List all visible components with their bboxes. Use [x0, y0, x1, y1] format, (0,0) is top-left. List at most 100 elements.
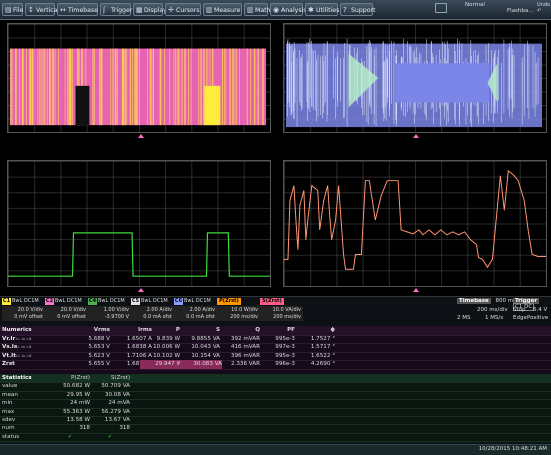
numerics-cell: 2.336 VAR	[231, 361, 260, 367]
numerics-row-label: Vt.It	[2, 352, 16, 359]
menu-display-button[interactable]: ▦ Display	[133, 3, 167, 16]
statistics-cell: 318	[119, 425, 130, 432]
flashback-label[interactable]: Flashba...	[507, 8, 534, 14]
channel-coupling: BwL DC1M	[12, 298, 39, 304]
numerics-cell: 5.623 V	[88, 352, 110, 359]
utilities-icon: ✱	[308, 6, 314, 14]
menu-math-button[interactable]: ▥ Math	[244, 3, 271, 16]
menu-item-label: Support	[351, 7, 376, 14]
menu-item-label: Trigger	[111, 7, 133, 14]
statistics-cell: 55.363 W	[63, 408, 90, 415]
statistics-cell: 13.58 W	[66, 417, 90, 423]
channel-descriptor-c2[interactable]: C2 BwL DC1M 20.0 V/div 0 mV offset	[45, 298, 88, 324]
channel-coupling: BwL DC1M	[98, 298, 125, 304]
menu-support-button[interactable]: ? Support	[340, 3, 376, 16]
statistics-table[interactable]: Statistics P(Zrst) S(Zrst) value 50.682 W…	[0, 374, 551, 444]
col-header: P	[175, 327, 180, 333]
channel-coupling: BwL DC1M	[55, 298, 82, 304]
statistics-cell: 24 mVA	[108, 400, 130, 407]
grid-bottom-left[interactable]	[7, 160, 271, 287]
numerics-title: Numerics	[2, 327, 32, 333]
display-icon: ▦	[136, 6, 143, 14]
channel-settings: 10.0 VA/div 200 ms/div	[260, 306, 303, 321]
stat-col-header: P(Zrst)	[71, 375, 90, 381]
menu-vertical-button[interactable]: ↕ Vertical	[25, 3, 59, 16]
menu-item-label: Cursors	[176, 7, 200, 14]
trigger-marker	[413, 288, 419, 292]
channel-descriptor-c5[interactable]: C5 BwL DC1M 2.00 A/div 0.0 mA ofst	[131, 298, 174, 324]
numerics-cell: 416 mVAR	[230, 344, 260, 350]
menu-item-label: Vertical	[36, 7, 60, 14]
menu-cursors-button[interactable]: ✛ Cursors	[165, 3, 201, 16]
acquisition-mode[interactable]: Normal	[465, 2, 485, 8]
numerics-cell: 9.839 W	[156, 335, 180, 342]
numerics-cell: 5.655 V	[88, 361, 110, 367]
grid-bottom-right[interactable]	[283, 160, 547, 287]
timebase-samples: 2 MS	[457, 315, 471, 321]
channel-descriptor-szrst[interactable]: S(Zrst) 10.0 VA/div 200 ms/div	[260, 298, 303, 324]
statistics-cell: 50.709 VA	[101, 383, 130, 390]
cursors-icon: ✛	[168, 6, 174, 14]
support-icon: ?	[343, 6, 347, 14]
numerics-cell: 995e-3	[275, 352, 295, 359]
numerics-table[interactable]: Numerics Vrms Irms P S Q PF ϕ Vr.Ir LL to…	[0, 326, 551, 374]
channel-descriptor-pzrst[interactable]: P(Zrst) 10.0 W/div 200 ms/div	[217, 298, 260, 324]
statistics-row-label: mean	[2, 391, 18, 398]
logo-icon	[435, 3, 447, 13]
grid-top-right[interactable]	[283, 23, 547, 133]
menu-measure-button[interactable]: ▥ Measure	[203, 3, 242, 16]
statistics-cell: ✓	[67, 433, 73, 440]
numerics-row-label: Zrst	[2, 361, 15, 367]
statistics-row-label: max	[2, 408, 15, 415]
menu-item-label: Utilities	[316, 7, 340, 14]
channel-tag: C6	[174, 298, 183, 305]
channel-offset: 200 ms/div	[230, 313, 258, 320]
undo-icon[interactable]: Undo ↶	[537, 2, 550, 14]
channel-header: C2 BwL DC1M	[45, 298, 88, 305]
menu-file-button[interactable]: ▤ File	[2, 3, 23, 16]
timebase-trigger-box[interactable]: Timebase 800 ms 200 ms/div 2 MS 1 MS/s T…	[457, 298, 549, 325]
channel-coupling: BwL DC1M	[141, 298, 168, 304]
brand-area: Normal Flashba... Undo ↶	[435, 1, 550, 18]
channel-offset: 0 mV offset	[14, 313, 43, 320]
col-header: S	[215, 327, 220, 333]
menu-item-label: File	[13, 7, 24, 14]
menu-item-label: Display	[144, 7, 167, 14]
channel-header: P(Zrst)	[217, 298, 260, 305]
numerics-cell: 30.083 VA	[180, 360, 222, 369]
timebase-scale: 200 ms/div	[477, 307, 508, 313]
timebase-rate: 1 MS/s	[485, 315, 504, 321]
channel-descriptor-c6[interactable]: C6 BwL DC1M 2.00 A/div 0.0 mA ofst	[174, 298, 217, 324]
numerics-cell: 1.5717 °	[310, 344, 335, 350]
numerics-row-sublabel: LL to LN	[16, 344, 32, 349]
col-header: Vrms	[93, 327, 110, 333]
numerics-row-label: Vr.Ir	[2, 335, 16, 342]
channel-settings: 10.0 W/div 200 ms/div	[217, 306, 260, 321]
channel-descriptor-c1[interactable]: C1 BwL DC1M 20.0 V/div 0 mV offset	[2, 298, 45, 324]
menu-timebase-button[interactable]: ↔ Timebase	[57, 3, 98, 16]
trigger-marker	[138, 134, 144, 138]
channel-settings: 20.0 V/div 0 mV offset	[2, 306, 45, 321]
timebase-header: Timebase	[457, 298, 491, 304]
waveform-power	[284, 169, 546, 270]
numerics-cell: 10.102 W	[153, 352, 180, 359]
menu-analysis-button[interactable]: ◉ Analysis	[270, 3, 307, 16]
menu-item-label: Math	[255, 7, 271, 14]
numerics-cell: 29.947 W	[140, 360, 182, 369]
analysis-icon: ◉	[273, 6, 280, 14]
numerics-cell: 9.8855 VA	[191, 335, 220, 342]
numerics-cell: 995e-3	[275, 335, 295, 342]
channel-coupling: BwL DC1M	[184, 298, 211, 304]
waveform-green	[8, 232, 270, 277]
numerics-row[interactable]: Zrst5.655 V1.6817 A29.947 W30.083 VA2.33…	[0, 360, 551, 370]
trigger-marker	[138, 288, 144, 292]
channel-descriptor-c4[interactable]: C4 BwL DC1M 1.00 V/div -3.9700 V	[88, 298, 131, 324]
grid-top-left[interactable]: C2	[7, 23, 271, 133]
menu-trigger-button[interactable]: ʃ Trigger	[100, 3, 133, 16]
numerics-cell: 392 mVAR	[230, 335, 260, 342]
menu-utilities-button[interactable]: ✱ Utilities	[305, 3, 340, 16]
numerics-cell: 996e-3	[275, 361, 295, 367]
statistics-cell: 30.08 VA	[104, 391, 130, 398]
numerics-row-sublabel: LL to LN	[16, 335, 32, 341]
menu-item-label: Timebase	[68, 7, 98, 14]
